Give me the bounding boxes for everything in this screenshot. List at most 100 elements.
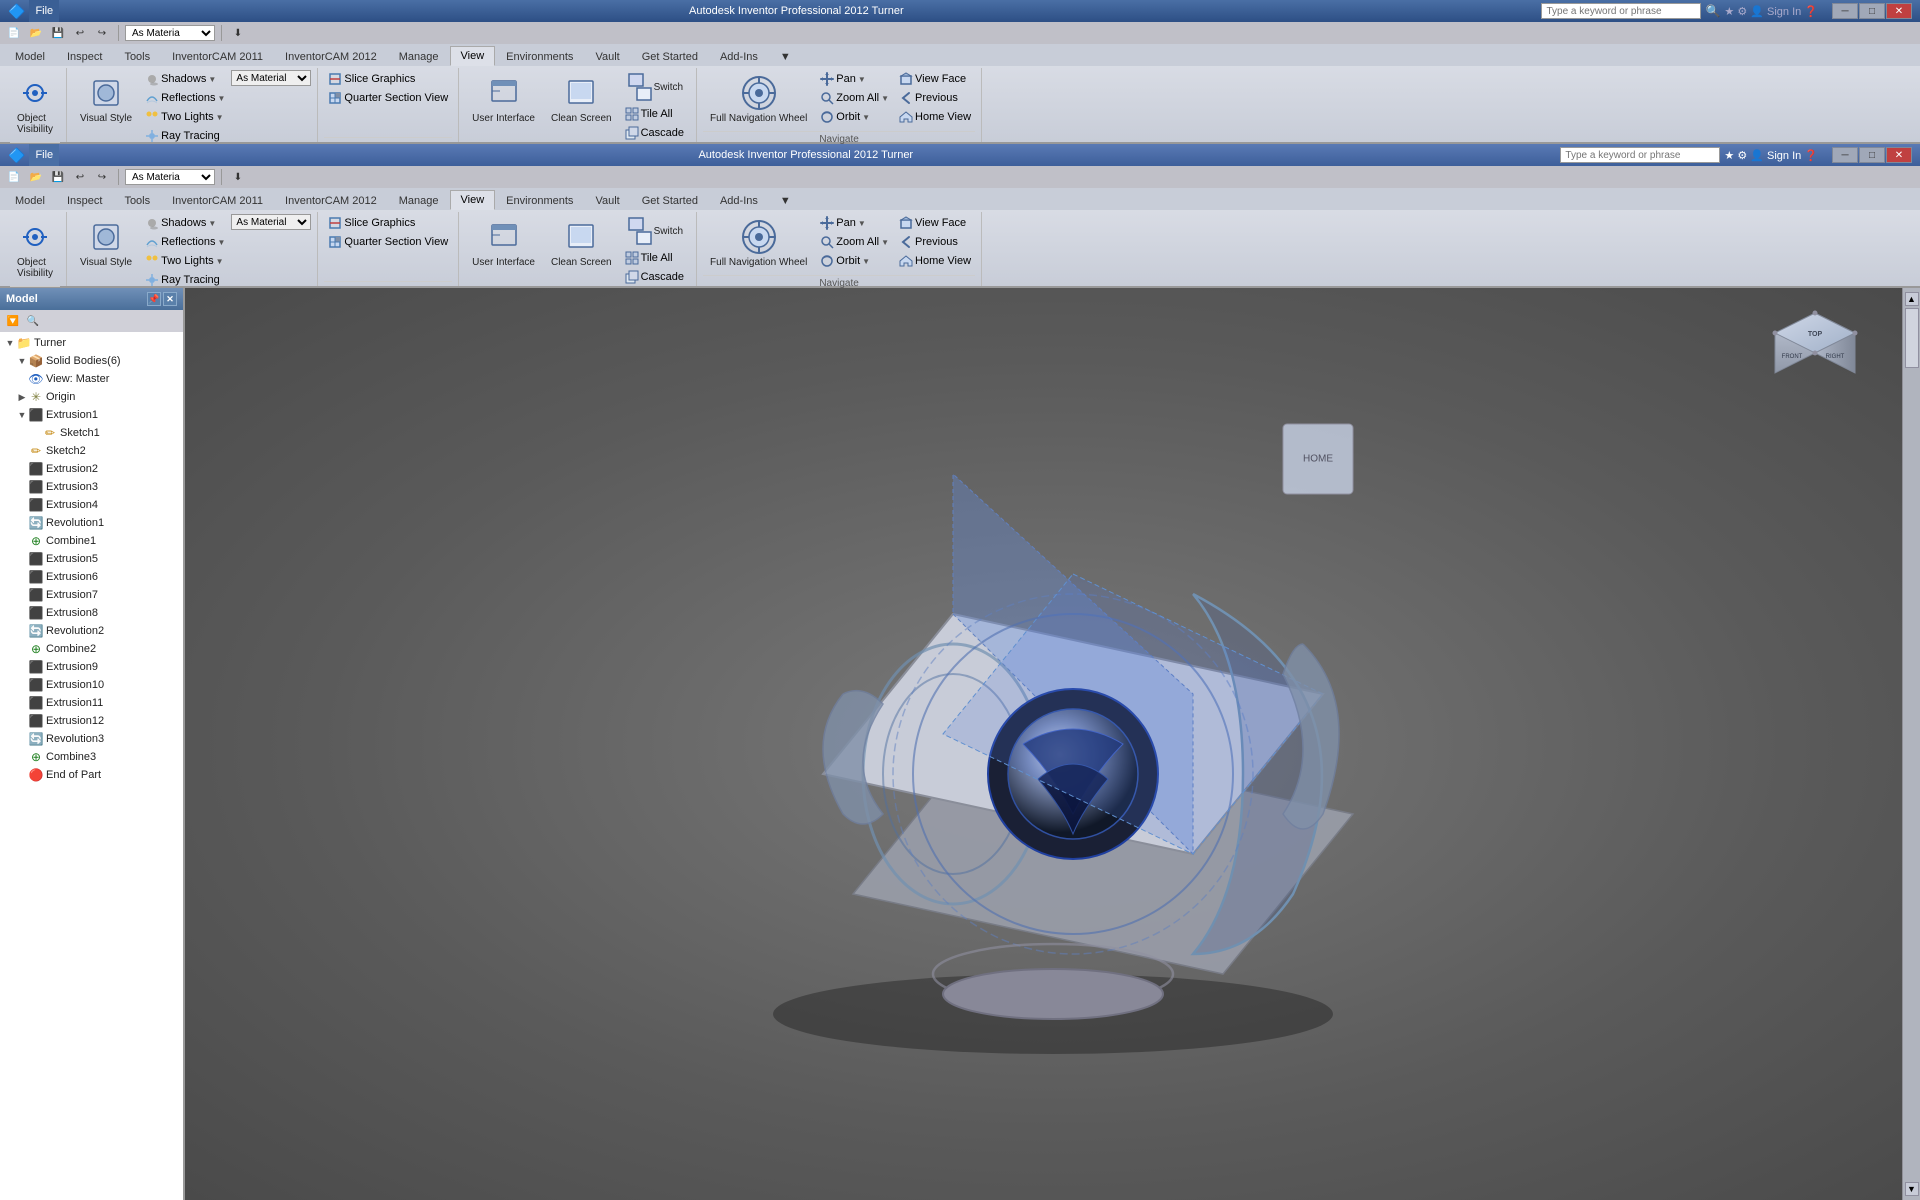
- ray-tracing-btn-1[interactable]: Ray Tracing: [141, 127, 229, 145]
- expand-sketch2[interactable]: [16, 445, 28, 457]
- expand-revolution1[interactable]: [16, 517, 28, 529]
- tile-all-btn-2[interactable]: Tile All: [621, 249, 690, 267]
- material-dropdown-1[interactable]: As Material: [231, 70, 311, 86]
- shadows-arrow-1[interactable]: ▼: [208, 75, 216, 84]
- tree-item-extrusion9[interactable]: ⬛ Extrusion9: [2, 658, 181, 676]
- previous-btn-1[interactable]: Previous: [895, 89, 975, 107]
- expand-origin[interactable]: ▶: [16, 391, 28, 403]
- help-icons-1[interactable]: ★ ⚙ 👤 Sign In ❓: [1724, 5, 1818, 18]
- tree-item-combine3[interactable]: ⊕ Combine3: [2, 748, 181, 766]
- tab-vault-1[interactable]: Vault: [584, 46, 630, 66]
- view-face-btn-1[interactable]: View Face: [895, 70, 975, 88]
- qa-extra-2[interactable]: ⬇: [228, 168, 248, 186]
- tree-item-extrusion2[interactable]: ⬛ Extrusion2: [2, 460, 181, 478]
- qa-open-1[interactable]: 📂: [26, 24, 46, 42]
- expand-extrusion9[interactable]: [16, 661, 28, 673]
- pan-arrow-2[interactable]: ▼: [858, 219, 866, 228]
- tab-getstarted-2[interactable]: Get Started: [631, 190, 709, 210]
- cascade-btn-1[interactable]: Cascade: [621, 124, 690, 142]
- expand-extrusion7[interactable]: [16, 589, 28, 601]
- panel-pin-icon[interactable]: 📌: [147, 292, 161, 306]
- expand-combine3[interactable]: [16, 751, 28, 763]
- maximize-btn-2[interactable]: □: [1859, 147, 1885, 163]
- switch-btn-2[interactable]: Switch: [621, 214, 690, 248]
- orbit-arrow-2[interactable]: ▼: [862, 257, 870, 266]
- ray-tracing-btn-2[interactable]: Ray Tracing: [141, 271, 229, 289]
- tree-item-extrusion5[interactable]: ⬛ Extrusion5: [2, 550, 181, 568]
- tab-tools-1[interactable]: Tools: [113, 46, 161, 66]
- tree-item-extrusion10[interactable]: ⬛ Extrusion10: [2, 676, 181, 694]
- view-face-btn-2[interactable]: View Face: [895, 214, 975, 232]
- tree-item-revolution3[interactable]: 🔄 Revolution3: [2, 730, 181, 748]
- app-file-menu[interactable]: File: [29, 0, 59, 22]
- tab-inspect-1[interactable]: Inspect: [56, 46, 113, 66]
- qa-new-2[interactable]: 📄: [4, 168, 24, 186]
- qa-new-1[interactable]: 📄: [4, 24, 24, 42]
- clean-screen-btn-2[interactable]: Clean Screen: [544, 214, 619, 273]
- expand-extrusion3[interactable]: [16, 481, 28, 493]
- material-select-1[interactable]: As Materia: [125, 25, 215, 41]
- zoom-all-arrow-2[interactable]: ▼: [881, 238, 889, 247]
- reflections-arrow-2[interactable]: ▼: [218, 238, 226, 247]
- tab-inventorcam2011-1[interactable]: InventorCAM 2011: [161, 46, 274, 66]
- pan-btn-1[interactable]: Pan ▼: [816, 70, 893, 88]
- tab-manage-2[interactable]: Manage: [388, 190, 450, 210]
- close-btn-1[interactable]: ✕: [1886, 3, 1912, 19]
- shadows-btn-2[interactable]: Shadows ▼: [141, 214, 229, 232]
- tree-item-solid-bodies[interactable]: ▼ 📦 Solid Bodies(6): [2, 352, 181, 370]
- expand-turner[interactable]: ▼: [4, 337, 16, 349]
- home-view-btn-1[interactable]: Home View: [895, 108, 975, 126]
- tab-addins-2[interactable]: Add-Ins: [709, 190, 769, 210]
- expand-extrusion12[interactable]: [16, 715, 28, 727]
- tab-inventorcam2012-2[interactable]: InventorCAM 2012: [274, 190, 388, 210]
- user-interface-btn-1[interactable]: User Interface: [465, 70, 542, 129]
- tree-container[interactable]: ▼ 📁 Turner ▼ 📦 Solid Bodies(6) 👁 View: M…: [0, 332, 183, 1200]
- expand-end-of-part[interactable]: [16, 769, 28, 781]
- tab-inventorcam2011-2[interactable]: InventorCAM 2011: [161, 190, 274, 210]
- expand-extrusion1[interactable]: ▼: [16, 409, 28, 421]
- user-interface-btn-2[interactable]: User Interface: [465, 214, 542, 273]
- switch-btn-1[interactable]: Switch: [621, 70, 690, 104]
- search-input-2[interactable]: [1560, 147, 1720, 163]
- quarter-section-btn-1[interactable]: Quarter Section View: [324, 89, 452, 107]
- tree-item-turner[interactable]: ▼ 📁 Turner: [2, 334, 181, 352]
- tab-view-2[interactable]: View: [450, 190, 496, 210]
- object-visibility-btn-1[interactable]: ObjectVisibility: [10, 70, 60, 140]
- tab-environments-2[interactable]: Environments: [495, 190, 584, 210]
- tree-item-combine1[interactable]: ⊕ Combine1: [2, 532, 181, 550]
- visual-style-btn-2[interactable]: Visual Style: [73, 214, 139, 273]
- expand-extrusion6[interactable]: [16, 571, 28, 583]
- expand-extrusion8[interactable]: [16, 607, 28, 619]
- qa-save-2[interactable]: 💾: [48, 168, 68, 186]
- tree-item-revolution1[interactable]: 🔄 Revolution1: [2, 514, 181, 532]
- tree-item-origin[interactable]: ▶ ✳ Origin: [2, 388, 181, 406]
- tab-more-1[interactable]: ▼: [769, 46, 802, 66]
- tree-item-revolution2[interactable]: 🔄 Revolution2: [2, 622, 181, 640]
- qa-redo-1[interactable]: ↪: [92, 24, 112, 42]
- full-nav-wheel-btn-1[interactable]: Full Navigation Wheel: [703, 70, 814, 129]
- expand-extrusion11[interactable]: [16, 697, 28, 709]
- minimize-btn-1[interactable]: ─: [1832, 3, 1858, 19]
- home-view-btn-2[interactable]: Home View: [895, 252, 975, 270]
- orbit-btn-2[interactable]: Orbit ▼: [816, 252, 893, 270]
- shadows-btn-1[interactable]: Shadows ▼: [141, 70, 229, 88]
- scroll-thumb[interactable]: [1905, 308, 1919, 368]
- scroll-down-btn[interactable]: ▼: [1905, 1182, 1919, 1196]
- tab-addins-1[interactable]: Add-Ins: [709, 46, 769, 66]
- tab-tools-2[interactable]: Tools: [113, 190, 161, 210]
- qa-save-1[interactable]: 💾: [48, 24, 68, 42]
- tree-item-sketch2[interactable]: ✏ Sketch2: [2, 442, 181, 460]
- tree-item-extrusion12[interactable]: ⬛ Extrusion12: [2, 712, 181, 730]
- tree-item-extrusion6[interactable]: ⬛ Extrusion6: [2, 568, 181, 586]
- panel-close-icon[interactable]: ✕: [163, 292, 177, 306]
- clean-screen-btn-1[interactable]: Clean Screen: [544, 70, 619, 129]
- expand-combine2[interactable]: [16, 643, 28, 655]
- object-visibility-btn-2[interactable]: ObjectVisibility: [10, 214, 60, 284]
- pan-btn-2[interactable]: Pan ▼: [816, 214, 893, 232]
- expand-extrusion10[interactable]: [16, 679, 28, 691]
- minimize-btn-2[interactable]: ─: [1832, 147, 1858, 163]
- reflections-btn-2[interactable]: Reflections ▼: [141, 233, 229, 251]
- pan-arrow-1[interactable]: ▼: [858, 75, 866, 84]
- panel-filter-btn[interactable]: 🔽: [4, 313, 22, 329]
- scroll-up-btn[interactable]: ▲: [1905, 292, 1919, 306]
